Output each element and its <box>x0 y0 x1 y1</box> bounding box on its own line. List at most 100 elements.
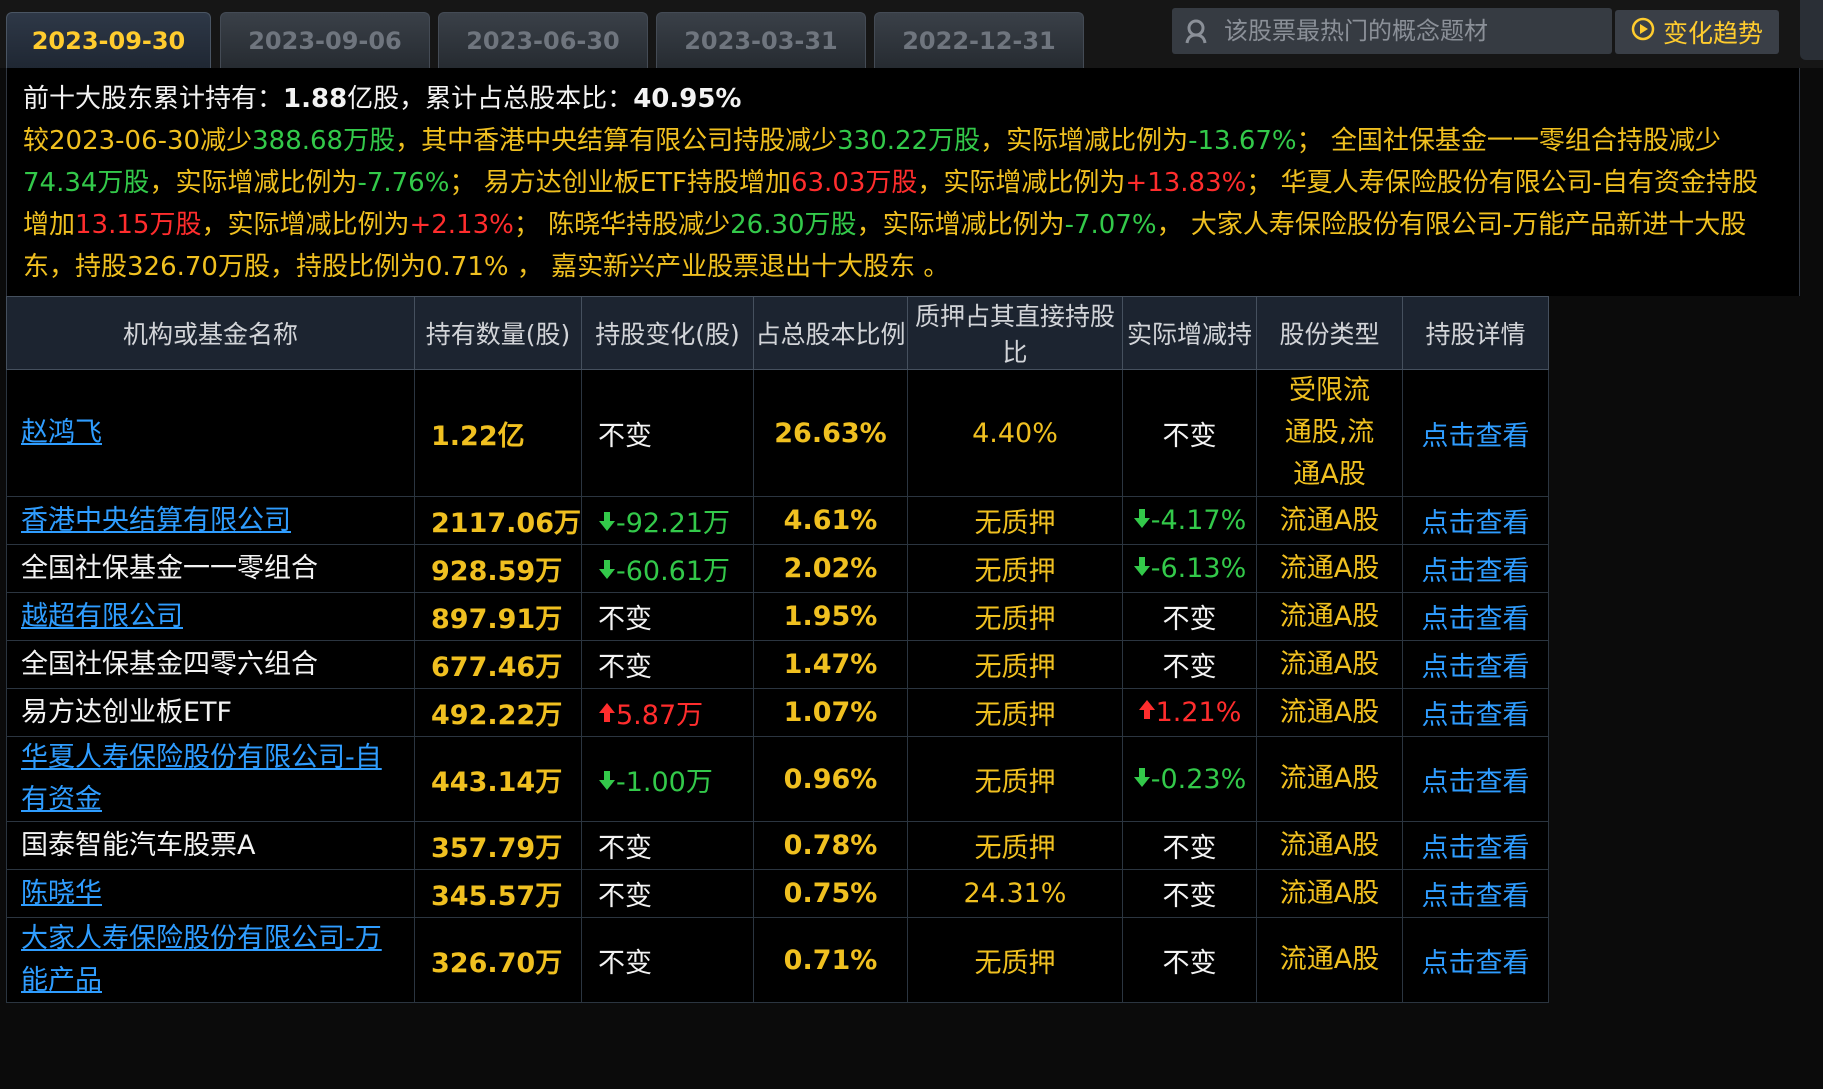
cell-actual: 不变 <box>1122 917 1257 1003</box>
view-detail-link[interactable]: 点击查看 <box>1422 833 1530 864</box>
summary-value: -7.07% <box>1064 210 1157 240</box>
view-detail-link[interactable]: 点击查看 <box>1422 421 1530 452</box>
cell-type: 流通A股 <box>1256 869 1403 918</box>
cell-actual: 不变 <box>1122 369 1257 497</box>
cell-qty: 345.57万 <box>414 869 582 918</box>
cell-qty: 326.70万 <box>414 917 582 1003</box>
cell-name: 赵鸿飞 <box>6 369 415 497</box>
cell-pledge: 4.40% <box>907 369 1123 497</box>
summary-value: 388.68万股 <box>252 126 396 156</box>
down-arrow-icon <box>598 767 616 798</box>
table-header-row: 机构或基金名称 持有数量(股) 持股变化(股) 占总股本比例 质押占其直接持股比… <box>6 296 1549 370</box>
panel-edge <box>1800 0 1823 60</box>
cell-ratio: 26.63% <box>753 369 908 497</box>
holder-name-link[interactable]: 大家人寿保险股份有限公司-万能产品 <box>21 923 382 996</box>
summary-total-line: 前十大股东累计持有：1.88亿股，累计占总股本比：40.95% <box>23 78 1783 120</box>
cell-type: 流通A股 <box>1256 736 1403 822</box>
cell-ratio: 1.07% <box>753 688 908 737</box>
cell-pledge: 无质押 <box>907 544 1123 593</box>
cell-actual: -4.17% <box>1122 496 1257 545</box>
tab-2023-03-31[interactable]: 2023-03-31 <box>656 12 866 68</box>
cell-qty: 357.79万 <box>414 821 582 870</box>
cell-ratio: 0.75% <box>753 869 908 918</box>
cell-actual: 不变 <box>1122 821 1257 870</box>
cell-type: 流通A股 <box>1256 688 1403 737</box>
cell-actual: 不变 <box>1122 869 1257 918</box>
cell-name: 香港中央结算有限公司 <box>6 496 415 545</box>
summary-total-mid: 亿股，累计占总股本比： <box>347 84 634 114</box>
cell-detail: 点击查看 <box>1402 869 1549 918</box>
concept-search-box[interactable] <box>1172 8 1612 54</box>
cell-actual: -6.13% <box>1122 544 1257 593</box>
up-arrow-icon <box>598 700 616 731</box>
view-detail-link[interactable]: 点击查看 <box>1422 948 1530 979</box>
cell-pledge: 无质押 <box>907 640 1123 689</box>
table-row: 易方达创业板ETF 492.22万 5.87万 1.07% 无质押 1.21% 流通A股 点击… <box>6 688 1549 737</box>
holder-name-link[interactable]: 华夏人寿保险股份有限公司-自有资金 <box>21 742 382 815</box>
change-value: -60.61万 <box>616 556 731 587</box>
cell-actual: 不变 <box>1122 640 1257 689</box>
cell-qty: 443.14万 <box>414 736 582 822</box>
view-detail-link[interactable]: 点击查看 <box>1422 556 1530 587</box>
view-detail-link[interactable]: 点击查看 <box>1422 700 1530 731</box>
view-detail-link[interactable]: 点击查看 <box>1422 652 1530 683</box>
table-row: 香港中央结算有限公司 2117.06万 -92.21万 4.61% 无质押 -4.17% 流… <box>6 496 1549 545</box>
summary-value: 74.34万股 <box>23 168 150 198</box>
tab-2022-12-31[interactable]: 2022-12-31 <box>874 12 1084 68</box>
cell-actual: 不变 <box>1122 592 1257 641</box>
change-value: 不变 <box>598 420 652 452</box>
table-row: 国泰智能汽车股票A 357.79万 不变 0.78% 无质押 不变 流通A股 点击查看 <box>6 821 1549 870</box>
cell-ratio: 0.71% <box>753 917 908 1003</box>
actual-value: 不变 <box>1162 604 1217 635</box>
holder-name-link[interactable]: 赵鸿飞 <box>21 417 102 448</box>
change-value: 不变 <box>598 947 652 979</box>
holder-name-link[interactable]: 香港中央结算有限公司 <box>21 505 291 536</box>
tab-2023-06-30[interactable]: 2023-06-30 <box>438 12 648 68</box>
top10-summary: 前十大股东累计持有：1.88亿股，累计占总股本比：40.95% 较2023-06… <box>6 68 1800 296</box>
table-row: 大家人寿保险股份有限公司-万能产品 326.70万 不变 0.71% 无质押 不变 流通A股… <box>6 917 1549 1003</box>
holder-name-link[interactable]: 越超有限公司 <box>21 601 183 632</box>
view-detail-link[interactable]: 点击查看 <box>1422 604 1530 635</box>
holder-name: 国泰智能汽车股票A <box>21 829 256 861</box>
search-icon <box>1172 8 1224 54</box>
actual-value: 不变 <box>1162 833 1217 864</box>
summary-value: -7.76% <box>357 168 450 198</box>
summary-total-shares: 1.88 <box>283 84 348 114</box>
cell-ratio: 0.96% <box>753 736 908 822</box>
col-header-ratio: 占总股本比例 <box>753 296 908 370</box>
change-trend-button[interactable]: 变化趋势 <box>1615 10 1779 54</box>
down-arrow-icon <box>598 556 616 587</box>
col-header-change: 持股变化(股) <box>581 296 754 370</box>
summary-seg: ，实际增减比例为 <box>856 210 1065 240</box>
actual-value: -0.23% <box>1150 763 1247 795</box>
cell-change: -92.21万 <box>581 496 754 545</box>
cell-name: 陈晓华 <box>6 869 415 918</box>
cell-qty: 928.59万 <box>414 544 582 593</box>
summary-seg: ，实际增减比例为 <box>149 168 358 198</box>
actual-value: 不变 <box>1162 881 1217 912</box>
cell-qty: 677.46万 <box>414 640 582 689</box>
actual-value: 不变 <box>1162 420 1217 452</box>
cell-type: 流通A股 <box>1256 640 1403 689</box>
cell-actual: -0.23% <box>1122 736 1257 822</box>
cell-detail: 点击查看 <box>1402 592 1549 641</box>
cell-pledge: 无质押 <box>907 917 1123 1003</box>
down-arrow-icon <box>1133 764 1151 795</box>
tab-2023-09-06[interactable]: 2023-09-06 <box>220 12 430 68</box>
holder-name-link[interactable]: 陈晓华 <box>21 878 102 909</box>
holder-name: 全国社保基金一一零组合 <box>21 552 318 584</box>
cell-ratio: 1.95% <box>753 592 908 641</box>
view-detail-link[interactable]: 点击查看 <box>1422 508 1530 539</box>
cell-change: 不变 <box>581 869 754 918</box>
search-input[interactable] <box>1224 17 1604 45</box>
view-detail-link[interactable]: 点击查看 <box>1422 767 1530 798</box>
cell-change: 不变 <box>581 592 754 641</box>
table-row: 越超有限公司 897.91万 不变 1.95% 无质押 不变 流通A股 点击查看 <box>6 592 1549 641</box>
view-detail-link[interactable]: 点击查看 <box>1422 881 1530 912</box>
cell-detail: 点击查看 <box>1402 821 1549 870</box>
cell-type: 流通A股 <box>1256 496 1403 545</box>
cell-pledge: 无质押 <box>907 688 1123 737</box>
tab-2023-09-30[interactable]: 2023-09-30 <box>6 12 211 68</box>
cell-change: 不变 <box>581 369 754 497</box>
cell-pledge: 无质押 <box>907 496 1123 545</box>
